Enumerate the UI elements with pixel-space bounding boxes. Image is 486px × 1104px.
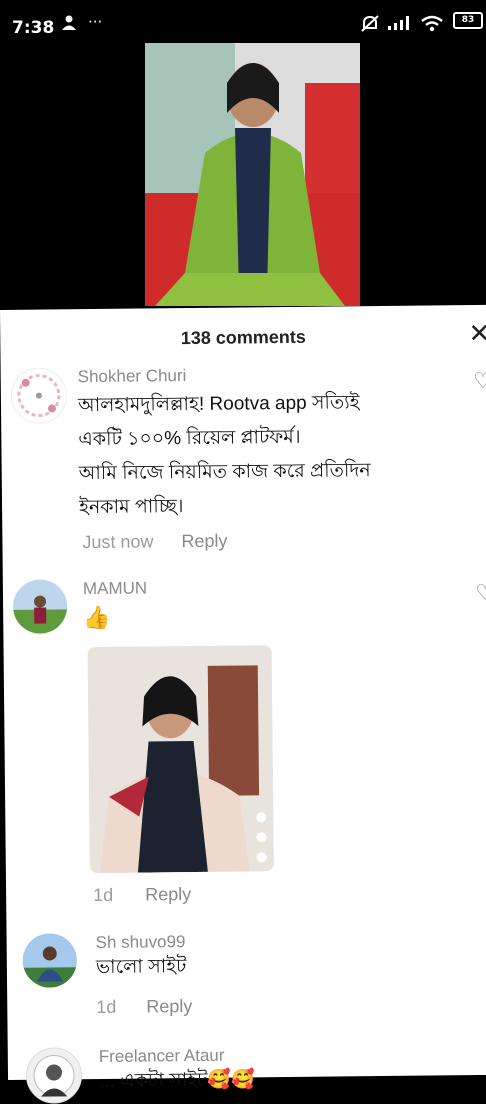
avatar[interactable] — [25, 1047, 83, 1104]
reply-button[interactable]: Reply — [181, 531, 227, 551]
like-heart-icon[interactable]: ♡ — [475, 581, 486, 606]
wifi-icon — [420, 15, 444, 37]
avatar[interactable] — [10, 367, 68, 424]
comment-username[interactable]: Shokher Churi — [78, 366, 187, 387]
avatar[interactable] — [12, 579, 68, 634]
close-button[interactable]: ✕ — [468, 319, 486, 349]
comment-time: 1d — [96, 996, 117, 1018]
comment-item: MAMUN 👍 1d Reply ♡ — [3, 575, 486, 905]
battery-icon: 83 — [453, 12, 483, 29]
comment-attached-image[interactable] — [87, 645, 274, 874]
comment-meta: 1d Reply — [93, 884, 191, 906]
comment-item: Shokher Churi আলহামদুলিল্লাহ! Rootva app… — [1, 363, 486, 552]
video-preview[interactable] — [145, 43, 360, 306]
comments-count-title: 138 comments — [180, 326, 306, 349]
comment-text: ... একটা সাইট🥰🥰 — [99, 1063, 255, 1099]
comment-emoji: 👍 — [83, 604, 111, 631]
comment-line: ... একটা সাইট🥰🥰 — [98, 1069, 255, 1093]
comment-text: ভালো সাইট — [96, 950, 187, 985]
comment-line: আমি নিজে নিয়মিত কাজ করে প্রতিদিন — [78, 460, 371, 485]
comment-item: Freelancer Ataur ... একটা সাইট🥰🥰 — [8, 1043, 486, 1104]
signal-icon — [388, 15, 412, 35]
mute-icon — [360, 15, 380, 37]
avatar[interactable] — [22, 933, 78, 988]
comment-line: আলহামদুলিল্লাহ! Rootva app সত্যিই — [77, 392, 360, 417]
comment-time: 1d — [93, 884, 114, 906]
comment-meta: 1d Reply — [96, 996, 192, 1018]
status-time: 7:38 — [12, 18, 55, 38]
comment-item: Sh shuvo99 ভালো সাইট 1d Reply — [7, 929, 486, 1017]
more-dots-icon: ··· — [88, 13, 103, 31]
comment-meta: Just now Reply — [82, 531, 227, 554]
comment-line: একটি ১০০% রিয়েল প্লাটফর্ম। — [78, 426, 301, 451]
comment-username[interactable]: MAMUN — [83, 578, 147, 599]
comments-sheet: 138 comments ✕ Shokher Churi আলহামদুলিল্… — [0, 304, 486, 1104]
comment-line: ভালো সাইট — [95, 956, 187, 979]
comment-time: Just now — [82, 531, 154, 553]
reply-button[interactable]: Reply — [146, 996, 192, 1016]
like-heart-icon[interactable]: ♡ — [473, 369, 486, 394]
reply-button[interactable]: Reply — [145, 884, 191, 904]
person-icon — [62, 15, 80, 35]
comment-line: ইনকাম পাচ্ছি। — [78, 496, 184, 519]
comment-text: আলহামদুলিল্লাহ! Rootva app সত্যিই একটি ১… — [78, 386, 371, 525]
